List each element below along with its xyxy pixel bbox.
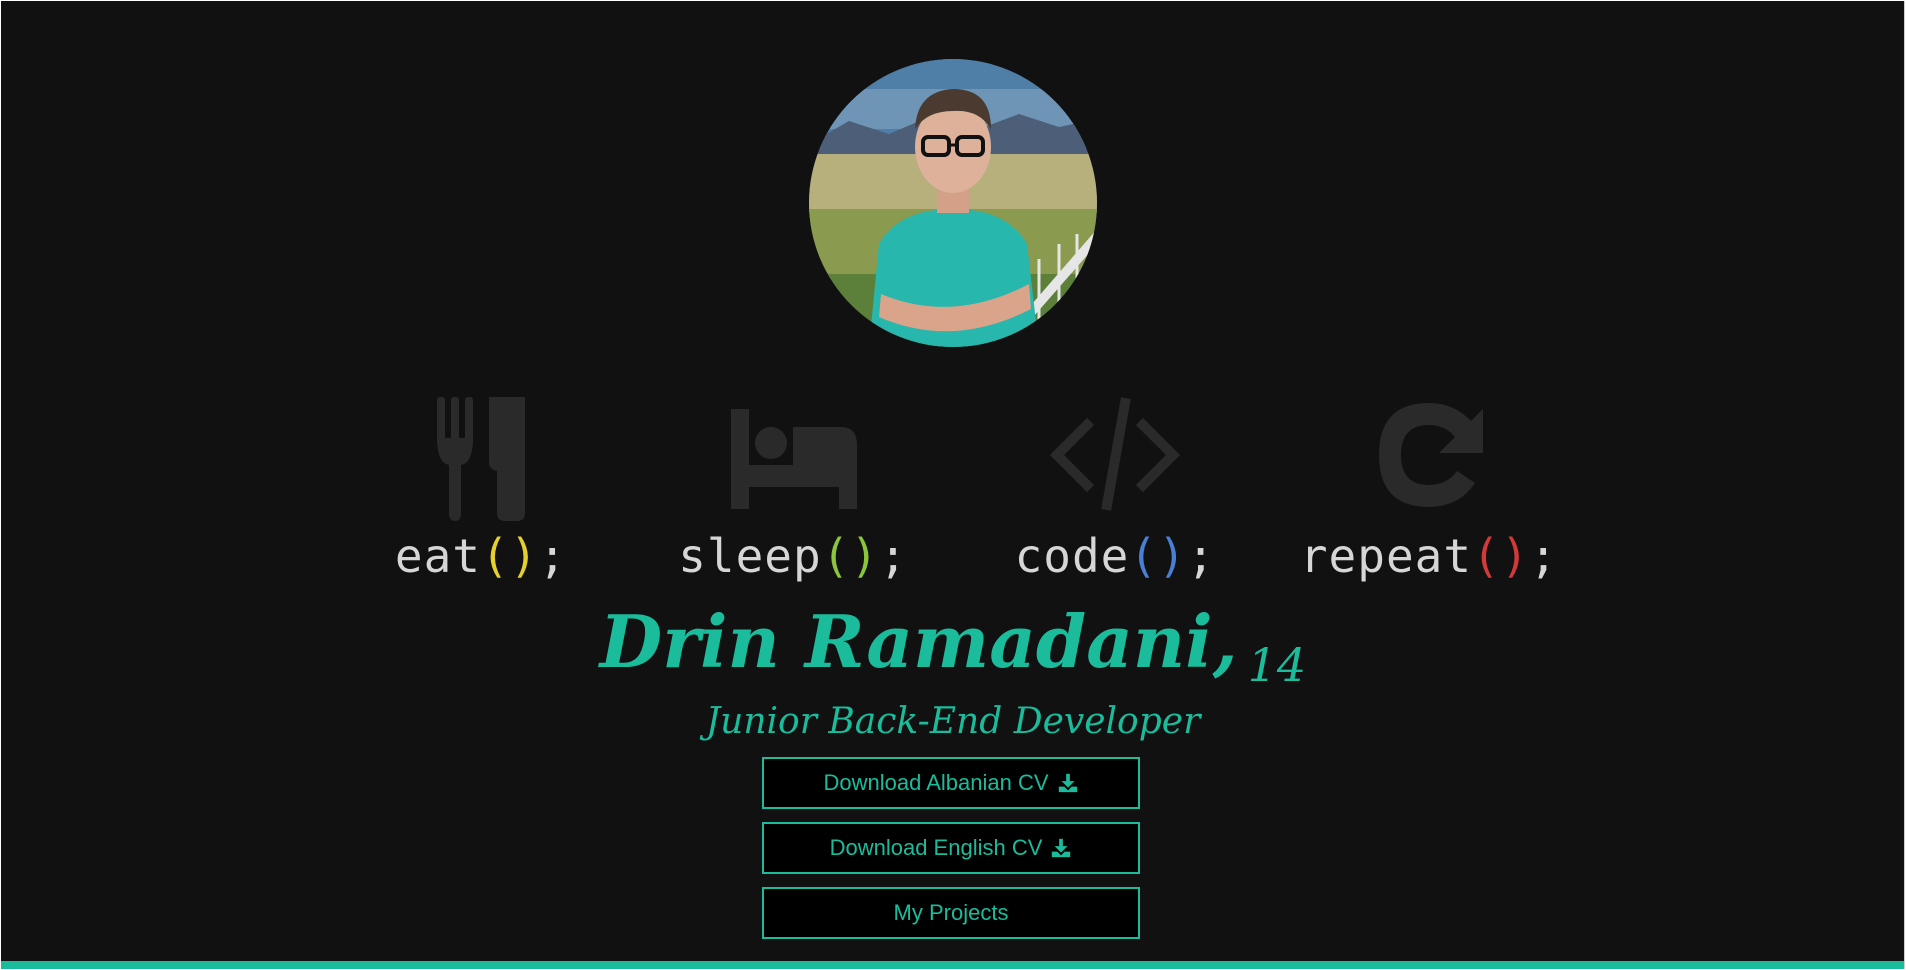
loop-code-code: code(); — [965, 529, 1265, 583]
loop-word: code — [1014, 529, 1130, 583]
loop-semicolon: ; — [1186, 529, 1216, 583]
profile-heading: Drin Ramadani, 14 — [1, 599, 1905, 692]
download-english-cv-label: Download English CV — [829, 835, 1043, 860]
utensils-icon — [411, 383, 551, 523]
profile-photo — [809, 59, 1097, 347]
loop-paren: () — [481, 529, 539, 583]
download-albanian-cv-label: Download Albanian CV — [823, 770, 1049, 795]
loop-paren: () — [1472, 529, 1530, 583]
profile-role: Junior Back-End Developer — [705, 701, 1201, 742]
code-icon — [1045, 383, 1185, 523]
loop-semicolon: ; — [1529, 529, 1559, 583]
bed-icon — [723, 383, 863, 523]
loop-code-sleep: sleep(); — [643, 529, 943, 583]
loop-item-code: code(); — [965, 371, 1265, 601]
loop-word: eat — [394, 529, 481, 583]
profile-name: Drin Ramadani, — [599, 599, 1238, 684]
loop-code-repeat: repeat(); — [1279, 529, 1579, 583]
loop-code-eat: eat(); — [331, 529, 631, 583]
loop-word: sleep — [678, 529, 822, 583]
loop-item-sleep: sleep(); — [643, 371, 943, 601]
daily-loop: eat(); sleep(); code(); repeat(); — [1, 371, 1905, 601]
loop-item-repeat: repeat(); — [1279, 371, 1579, 601]
scrollbar-edge — [1904, 1, 1905, 969]
download-english-cv-button[interactable]: Download English CV — [762, 822, 1140, 874]
redo-icon — [1359, 383, 1499, 523]
download-albanian-cv-button[interactable]: Download Albanian CV — [762, 757, 1140, 809]
profile-avatar — [809, 59, 1097, 347]
bottom-accent-bar — [1, 961, 1905, 969]
download-icon — [1050, 837, 1072, 859]
my-projects-label: My Projects — [893, 900, 1009, 925]
download-icon — [1057, 772, 1079, 794]
loop-semicolon: ; — [538, 529, 568, 583]
loop-paren: () — [821, 529, 880, 583]
page: eat(); sleep(); code(); repeat(); Drin R… — [0, 0, 1906, 970]
my-projects-button[interactable]: My Projects — [762, 887, 1140, 939]
loop-word: repeat — [1299, 529, 1473, 583]
loop-item-eat: eat(); — [331, 371, 631, 601]
profile-age: 14 — [1247, 638, 1307, 692]
loop-paren: () — [1129, 529, 1187, 583]
viewport: eat(); sleep(); code(); repeat(); Drin R… — [1, 1, 1905, 969]
loop-semicolon: ; — [879, 529, 908, 583]
